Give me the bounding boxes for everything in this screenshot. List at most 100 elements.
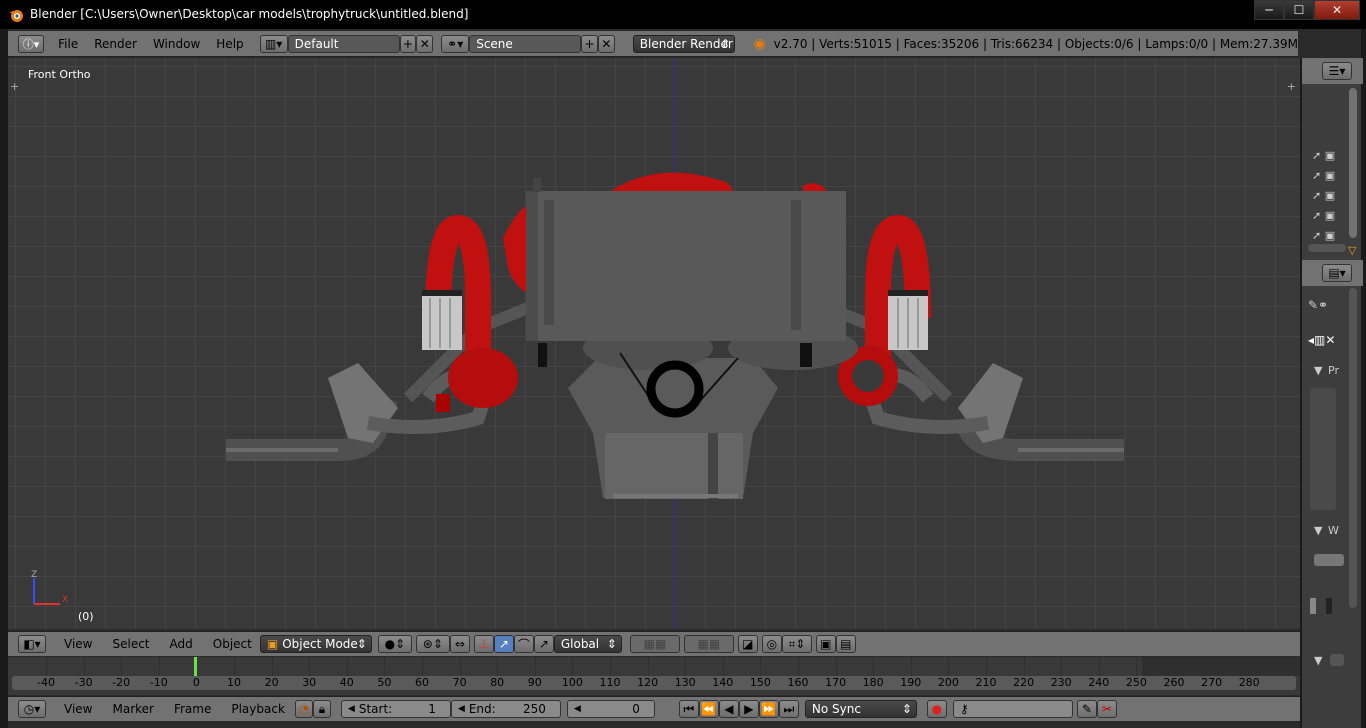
- air-filter-left: [422, 290, 462, 350]
- add-layout-button[interactable]: +: [399, 34, 417, 53]
- render-animation-button[interactable]: ▤: [835, 635, 856, 653]
- maximize-button[interactable]: ☐: [1284, 0, 1314, 20]
- close-button[interactable]: ✕: [1314, 0, 1360, 20]
- render-opengl-button[interactable]: ▣: [815, 635, 836, 653]
- panel-collapse-icon[interactable]: ▼: [1314, 364, 1322, 377]
- render-engine-dropdown[interactable]: Blender Render ⇕: [632, 34, 736, 53]
- jump-to-end-button[interactable]: ⏭: [778, 700, 799, 718]
- editor-type-timeline-button[interactable]: ◷▾: [18, 700, 46, 718]
- menu-frame[interactable]: Frame: [166, 702, 219, 716]
- menu-select[interactable]: Select: [104, 637, 157, 651]
- translate-manipulator[interactable]: ⊥: [473, 635, 494, 653]
- play-reverse-button[interactable]: ◀: [718, 700, 739, 718]
- outliner-hscroll[interactable]: [1308, 244, 1346, 252]
- menu-timeline-view[interactable]: View: [56, 702, 100, 716]
- turbo-outlet-left: [436, 394, 450, 412]
- timeline-tick-label: -40: [37, 676, 55, 689]
- pin-icon[interactable]: ✎⚭: [1308, 298, 1328, 312]
- lock-time-toggle[interactable]: 🔒︎: [312, 700, 331, 718]
- screen-layout-selector[interactable]: ▥▾: [259, 34, 288, 53]
- filter-icon[interactable]: ▽: [1348, 244, 1356, 257]
- render-engine-label: Blender Render: [639, 36, 733, 51]
- start-frame-field[interactable]: ◀ Start: 1: [340, 700, 451, 718]
- menu-render[interactable]: Render: [86, 37, 145, 51]
- current-frame-field[interactable]: ◀ 0: [566, 700, 655, 718]
- timeline-ruler[interactable]: -40 -30 -20 -10 0 10 20 30 40 50 60 70 80 90 100 110 120…: [12, 676, 1296, 690]
- mode-dropdown[interactable]: ▣ Object Mode ⇕: [259, 635, 372, 653]
- layer-buttons-2[interactable]: ▦▦: [683, 635, 734, 653]
- scene-name-field[interactable]: Scene: [469, 34, 582, 53]
- timeline-grid-line: [910, 657, 912, 676]
- jump-to-start-button[interactable]: ⏮: [678, 700, 699, 718]
- snap-dropdown[interactable]: ⌗⇕: [781, 635, 812, 653]
- color-swatch[interactable]: [1310, 598, 1316, 614]
- chevron-updown-icon: ⇕: [901, 702, 912, 716]
- keying-set-field[interactable]: ⚷: [952, 700, 1073, 718]
- minimize-button[interactable]: ─: [1254, 0, 1284, 20]
- menu-marker[interactable]: Marker: [104, 702, 161, 716]
- outliner-row[interactable]: ➚ ▣: [1312, 228, 1352, 242]
- remove-scene-button[interactable]: ✕: [597, 34, 615, 53]
- remove-layout-button[interactable]: ✕: [416, 34, 434, 53]
- record-button[interactable]: ●: [926, 700, 947, 718]
- transform-orientation-dropdown[interactable]: Global ⇕: [553, 635, 622, 653]
- menu-help[interactable]: Help: [208, 37, 251, 51]
- 3d-viewport[interactable]: Front Ortho + + Z X (0): [8, 58, 1300, 629]
- select-arrow-icon: ➚ ▣: [1312, 229, 1336, 242]
- layers-grid-icon: ▦▦: [643, 637, 667, 651]
- menu-playback[interactable]: Playback: [223, 702, 293, 716]
- editor-type-outliner-button[interactable]: ☰▾: [1322, 62, 1352, 80]
- lock-camera-toggle[interactable]: ◪: [737, 635, 758, 653]
- outliner-row[interactable]: ➚ ▣: [1312, 168, 1352, 182]
- jump-to-keyframe-forward-button[interactable]: ⏩: [758, 700, 779, 718]
- preview-box: [1310, 388, 1336, 510]
- viewport-shading-dropdown[interactable]: ●⇕: [377, 635, 412, 653]
- panel-collapse-icon[interactable]: ▼: [1314, 524, 1322, 537]
- editor-type-3dview-button[interactable]: ◧▾: [18, 635, 46, 653]
- window-controls: ─ ☐ ✕: [1254, 0, 1360, 22]
- panel-collapse-icon[interactable]: ▼: [1314, 654, 1322, 667]
- outliner-row[interactable]: ➚ ▣: [1312, 208, 1352, 222]
- editor-type-properties-button[interactable]: ▤▾: [1322, 264, 1352, 282]
- delete-keyframe-button[interactable]: ✂: [1096, 700, 1117, 718]
- end-frame-field[interactable]: ◀ End: 250: [450, 700, 561, 718]
- timeline-tick-label: 70: [452, 676, 467, 689]
- outliner-row[interactable]: ➚ ▣: [1312, 148, 1352, 162]
- sync-mode-dropdown[interactable]: No Sync ⇕: [804, 700, 917, 718]
- scene-selector[interactable]: ⚭▾: [441, 34, 470, 53]
- snap-icon: ⌗⇕: [788, 636, 806, 651]
- color-swatch[interactable]: [1326, 598, 1332, 614]
- preview-range-toggle[interactable]: ◔: [294, 700, 313, 718]
- rewind-icon: ⏪: [701, 702, 717, 716]
- pivot-point-dropdown[interactable]: ⊛⇕: [415, 635, 450, 653]
- outliner-row[interactable]: ➚ ▣: [1312, 188, 1352, 202]
- world-slot-button[interactable]: [1314, 554, 1344, 566]
- panel-toggle[interactable]: [1330, 654, 1344, 666]
- timeline-current-frame-cursor[interactable]: [194, 657, 197, 676]
- menu-file[interactable]: File: [50, 37, 86, 51]
- add-scene-button[interactable]: +: [581, 34, 598, 53]
- proportional-editing-toggle[interactable]: ◎: [761, 635, 782, 653]
- manipulator-toggle[interactable]: ⇔: [449, 635, 470, 653]
- turbo-left: [448, 348, 518, 408]
- menu-view[interactable]: View: [56, 637, 100, 651]
- transform-manipulator[interactable]: ↗: [533, 635, 554, 653]
- insert-keyframe-button[interactable]: ✎: [1076, 700, 1097, 718]
- layer-buttons-1[interactable]: ▦▦: [629, 635, 680, 653]
- timeline-grid-line: [234, 657, 235, 676]
- rotate-manipulator[interactable]: ↗: [493, 635, 514, 653]
- engine-model[interactable]: [8, 58, 1300, 629]
- end-value: 250: [523, 702, 546, 716]
- layout-name-field[interactable]: Default: [287, 34, 400, 53]
- properties-scrollbar[interactable]: [1349, 288, 1357, 608]
- timeline-tick-label: 160: [787, 676, 809, 689]
- scale-manipulator[interactable]: ⌒: [513, 635, 534, 653]
- play-button[interactable]: ▶: [738, 700, 759, 718]
- timeline-area[interactable]: -40 -30 -20 -10 0 10 20 30 40 50 60 70 80 90 100 110 120…: [8, 657, 1300, 695]
- editor-type-info-button[interactable]: ⓘ▾: [18, 34, 45, 53]
- menu-object[interactable]: Object: [205, 637, 260, 651]
- tool-icon[interactable]: ◂▥✕: [1308, 333, 1335, 347]
- jump-to-keyframe-back-button[interactable]: ⏪: [698, 700, 719, 718]
- menu-window[interactable]: Window: [145, 37, 208, 51]
- menu-add[interactable]: Add: [162, 637, 201, 651]
